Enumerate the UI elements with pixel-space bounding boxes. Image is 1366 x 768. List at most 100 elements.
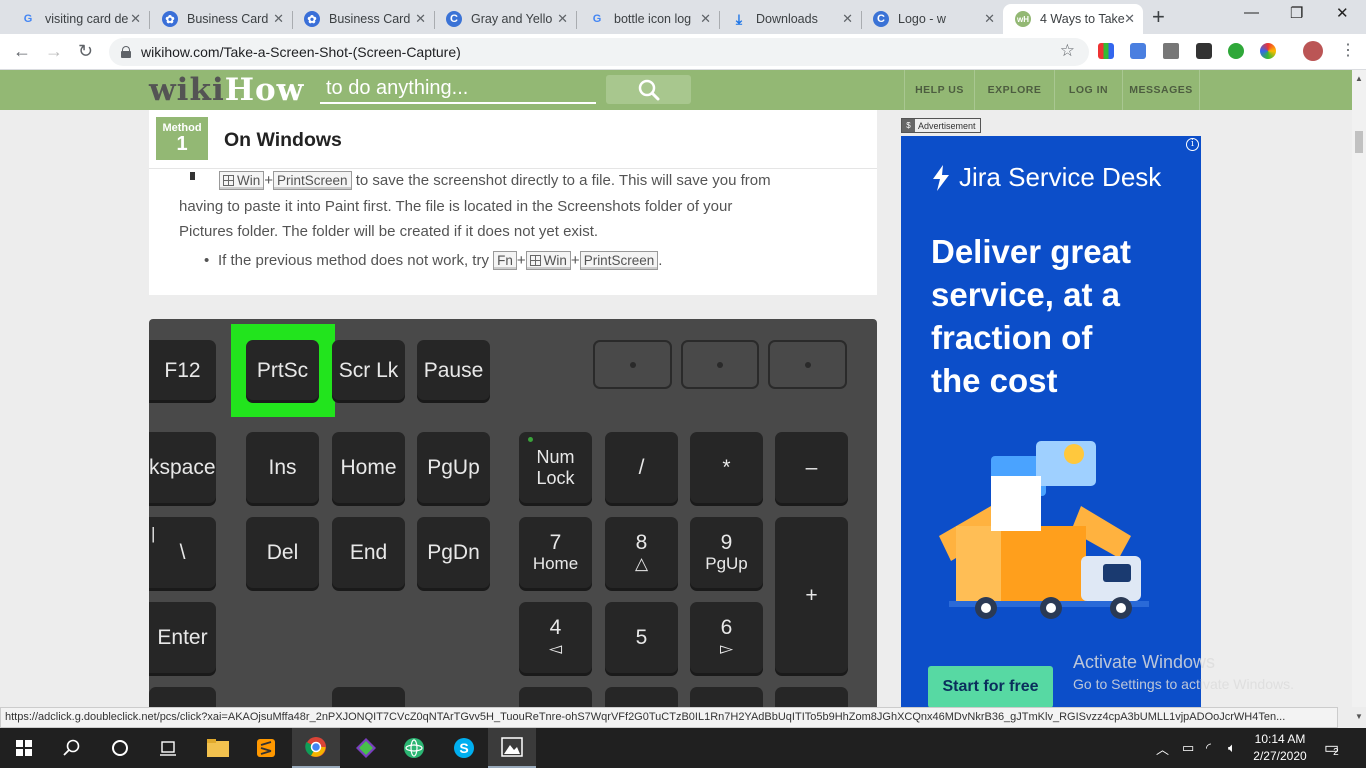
maximize-icon[interactable]: ❐ [1290,4,1303,22]
chrome-button[interactable] [292,728,340,768]
key-asterisk: * [690,432,763,503]
close-tab-icon[interactable]: ✕ [130,11,141,27]
skype-button[interactable]: S [440,728,488,768]
key-prtsc: PrtSc [246,340,319,400]
key-partial [332,687,405,707]
browser-tab[interactable]: ⤓ Downloads ✕ [719,4,862,34]
search-button[interactable] [606,75,691,104]
key-enter: Enter [149,602,216,673]
cortana-button[interactable] [96,728,144,768]
key-num9: 9 PgUp [690,517,763,588]
tray-chevron-icon[interactable]: ︿ [1156,728,1169,768]
volume-icon[interactable]: 🔈︎ [1228,728,1236,768]
windows-logo-icon [16,740,32,756]
google-icon: G [592,13,602,25]
page-scrollbar[interactable]: ▲ ▼ [1352,70,1366,721]
key-del: Del [246,517,319,588]
avatar[interactable] [1303,41,1323,61]
tab-title: 4 Ways to Take [1040,12,1125,26]
color-wheel-icon[interactable] [1260,43,1276,59]
activate-windows-watermark: Activate Windows Go to Settings to activ… [1073,652,1294,692]
key-win: Win [219,171,265,190]
minimize-icon[interactable]: — [1244,4,1259,21]
wikihow-logo[interactable]: wikiHow [149,72,304,108]
browser-tab[interactable]: ✿ Business Card ✕ [150,4,293,34]
camera-icon[interactable] [1163,43,1179,59]
search-taskbar-button[interactable] [48,728,96,768]
key-printscreen: PrintScreen [273,171,352,190]
git-kraken-icon [356,738,376,758]
scroll-down-icon[interactable]: ▼ [1355,712,1363,721]
atom-icon [404,738,424,758]
start-for-free-button[interactable]: Start for free [928,666,1053,707]
delivery-truck-illustration [939,441,1149,619]
browser-tab[interactable]: G visiting card de ✕ [8,4,150,34]
close-tab-icon[interactable]: ✕ [700,11,711,27]
windows-key-icon [223,175,234,186]
ad-info-icon[interactable]: i [1186,138,1199,151]
wifi-icon[interactable]: ◜ [1206,728,1211,768]
clock[interactable]: 10:14 AM 2/27/2020 [1250,731,1310,765]
file-explorer-button[interactable] [194,728,242,768]
key-pgdn: PgDn [417,517,490,588]
tab-strip: G visiting card de ✕ ✿ Business Card ✕ ✿… [0,0,1366,34]
bookmark-star-icon[interactable]: ☆ [1060,41,1075,61]
jira-ad[interactable]: i Jira Service Desk Deliver great servic… [901,136,1201,707]
nav-explore[interactable]: EXPLORE [974,70,1054,110]
browser-tab[interactable]: C Logo - w ✕ [861,4,1003,34]
translate-icon[interactable] [1130,43,1146,59]
battery-icon[interactable]: ▭ [1182,728,1194,768]
cube-icon[interactable] [1196,43,1212,59]
download-icon: ⤓ [735,10,743,27]
browser-tab[interactable]: C Gray and Yello ✕ [434,4,577,34]
canva-icon: C [873,11,889,27]
scroll-thumb[interactable] [1355,131,1363,153]
atom-app-button[interactable] [390,728,438,768]
git-app-button[interactable] [342,728,390,768]
browser-tab[interactable]: G bottle icon log ✕ [577,4,720,34]
reload-icon[interactable]: ↻ [78,41,93,61]
key-fn: Fn [493,251,517,270]
close-tab-icon[interactable]: ✕ [984,11,995,27]
key-plus: + [775,517,848,673]
ad-label: $ Advertisement [901,118,981,133]
menu-icon[interactable]: ⋮ [1340,41,1356,61]
nav-help-us[interactable]: HELP US [904,70,974,110]
numlock-led [528,437,533,442]
close-window-icon[interactable]: ✕ [1336,4,1349,22]
close-tab-icon[interactable]: ✕ [842,11,853,27]
ad-headline: Deliver great service, at a fraction of … [931,233,1131,399]
key-backspace: kspace [149,432,216,503]
scroll-up-icon[interactable]: ▲ [1355,74,1363,83]
search-icon [63,739,80,756]
forward-icon[interactable]: → [45,41,63,61]
new-tab-button[interactable]: + [1152,6,1165,28]
download-extension-icon[interactable] [1228,43,1244,59]
back-icon[interactable]: ← [13,41,31,61]
photos-button[interactable] [488,728,536,768]
nav-messages[interactable]: MESSAGES [1122,70,1200,110]
step-text-line: having to paste it into Paint first. The… [179,198,733,215]
search-input[interactable]: to do anything... [320,75,596,104]
close-tab-icon[interactable]: ✕ [557,11,568,27]
photos-icon [501,737,523,757]
method-badge: Method 1 [156,117,208,160]
close-tab-icon[interactable]: ✕ [415,11,426,27]
close-tab-icon[interactable]: ✕ [1124,11,1135,27]
sublime-text-button[interactable] [242,728,290,768]
extension-icon[interactable] [1098,43,1114,59]
address-bar[interactable]: wikihow.com/Take-a-Screen-Shot-(Screen-C… [109,38,1089,66]
cortana-icon [112,740,128,756]
task-view-button[interactable] [144,728,192,768]
key-partial [149,687,216,707]
start-button[interactable] [0,728,48,768]
key-end: End [332,517,405,588]
close-tab-icon[interactable]: ✕ [273,11,284,27]
notification-center-button[interactable]: ▭ 2 [1324,728,1339,768]
nav-log-in[interactable]: LOG IN [1054,70,1122,110]
browser-tab-active[interactable]: wH 4 Ways to Take ✕ [1003,4,1143,34]
key-slash: / [605,432,678,503]
key-partial [519,687,592,707]
step-text-line: Pictures folder. The folder will be crea… [179,223,599,240]
browser-tab[interactable]: ✿ Business Card ✕ [292,4,435,34]
